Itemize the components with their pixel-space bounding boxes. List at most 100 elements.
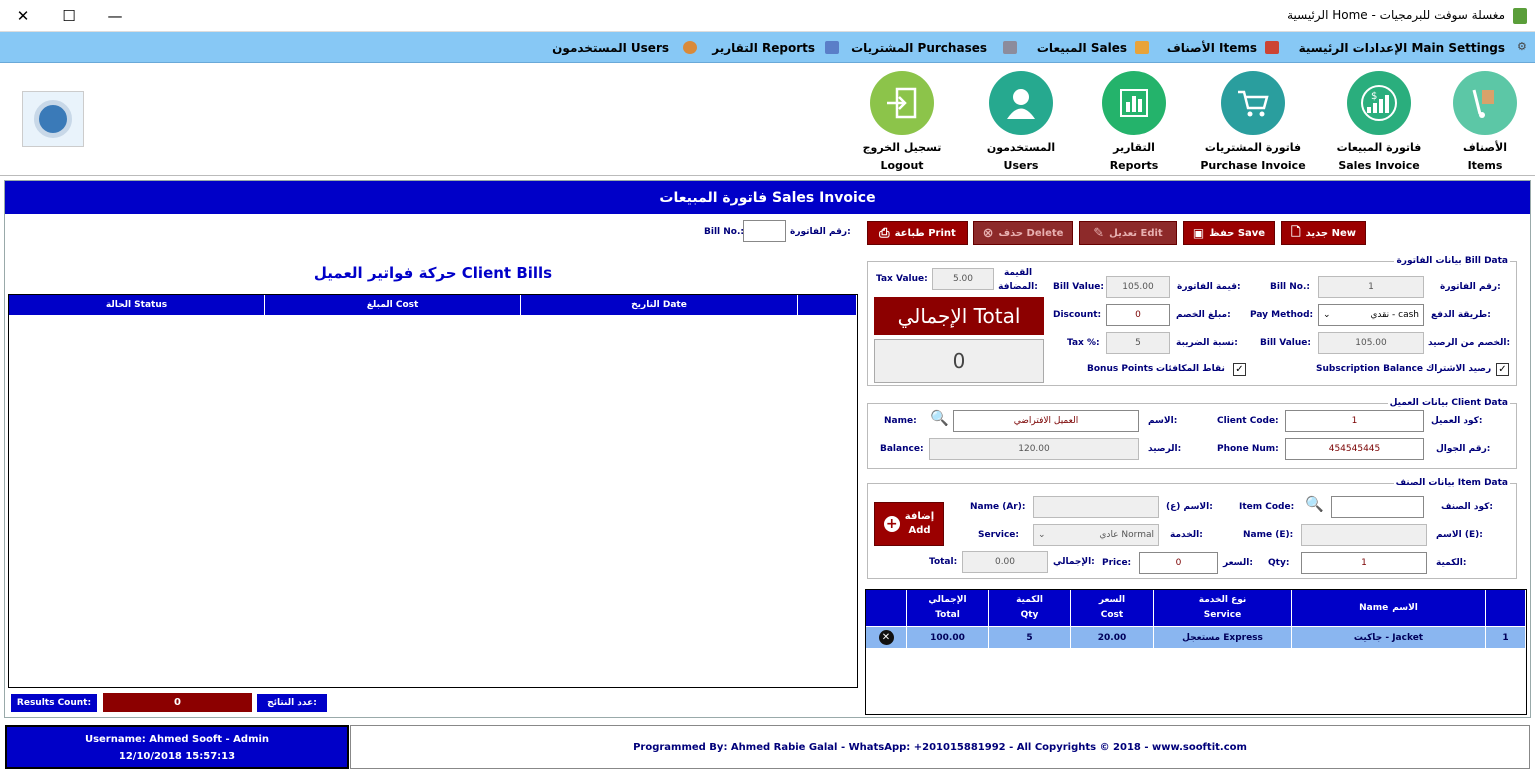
price-field[interactable]: 0	[1139, 552, 1218, 574]
bonus-label-en: Bonus Points	[1087, 364, 1154, 374]
phone-label-en: Phone Num:	[1217, 444, 1279, 454]
client-bills-title: حركة فواتير العميل Client Bills	[313, 264, 553, 282]
balance-label-ar: الرصيد:	[1148, 444, 1182, 454]
subscription-checkbox[interactable]: ✓	[1496, 363, 1509, 376]
discount-label-ar: مبلغ الخصم:	[1176, 310, 1231, 320]
bill-no-field[interactable]: 1	[1318, 276, 1424, 298]
new-label: جديد New	[1305, 227, 1357, 239]
delete-button[interactable]: ⊗ حذف Delete	[973, 221, 1073, 245]
item-total-label-ar: الإجمالي:	[1053, 557, 1095, 567]
row-no: 1	[1486, 627, 1526, 648]
menu-purchases[interactable]: المشتريات Purchases	[851, 32, 987, 63]
remove-circle-icon: ✕	[878, 630, 894, 645]
client-code-label-ar: كود العميل:	[1431, 416, 1483, 426]
toolbar-logout[interactable]: تسجيل الخروج Logout	[842, 71, 962, 181]
grid-header-qty: الكمية Qty	[989, 590, 1071, 626]
toolbar-users[interactable]: المستخدمون Users	[961, 71, 1081, 181]
client-bills-header-status: الحالة Status	[9, 295, 265, 315]
price-label-ar: السعر:	[1223, 558, 1253, 568]
bill-data-title: بيانات الفاتورة Bill Data	[1394, 256, 1510, 266]
header-en: Name	[1359, 602, 1389, 613]
bill-search-input[interactable]	[743, 220, 786, 242]
pay-method-select[interactable]: ⌄ نقدي - cash	[1318, 304, 1424, 326]
qty-label-en: Qty:	[1268, 558, 1290, 568]
row-cost: 20.00	[1071, 627, 1154, 648]
menu-label: الأصناف Items	[1166, 40, 1257, 55]
toolbar-sales-invoice[interactable]: $ فاتورة المبيعات Sales Invoice	[1319, 71, 1439, 181]
search-icon[interactable]: 🔍	[930, 409, 949, 427]
balance-field[interactable]: 120.00	[929, 438, 1139, 460]
phone-field[interactable]: 454545445	[1285, 438, 1424, 460]
service-label-ar: الخدمة:	[1170, 530, 1203, 540]
remove-row-button[interactable]: ✕	[866, 627, 907, 648]
save-button[interactable]: ▣ حفظ Save	[1183, 221, 1275, 245]
toolbar-purchase-invoice[interactable]: فاتورة المشتريات Purchase Invoice	[1193, 71, 1313, 181]
maximize-icon[interactable]: ☐	[46, 0, 92, 32]
edit-button[interactable]: ✎ تعديل Edit	[1079, 221, 1177, 245]
discount-field[interactable]: 0	[1106, 304, 1170, 326]
item-total-field[interactable]: 0.00	[962, 551, 1048, 573]
name-ar-field[interactable]	[1033, 496, 1159, 518]
grid-header-no	[1486, 590, 1526, 626]
service-select[interactable]: ⌄ عادي Normal	[1033, 524, 1159, 546]
balance-label-en: Balance:	[880, 444, 924, 454]
tax-value-label-en: Tax Value:	[876, 274, 928, 284]
client-data-title: بيانات العميل Client Data	[1387, 398, 1510, 408]
bill-value-label-en: Bill Value:	[1053, 282, 1104, 292]
client-bills-header-date: التاريخ Date	[521, 295, 798, 315]
name-en-field[interactable]	[1301, 524, 1427, 546]
print-button[interactable]: ⎙ طباعة Print	[867, 221, 968, 245]
bonus-checkbox[interactable]: ✓	[1233, 363, 1246, 376]
bill-value-field[interactable]: 105.00	[1106, 276, 1170, 298]
delete-label: حذف Delete	[998, 227, 1064, 239]
minimize-icon[interactable]: —	[92, 0, 138, 32]
tax-value-field[interactable]: 5.00	[932, 268, 994, 290]
toolbar-reports[interactable]: التقارير Reports	[1074, 71, 1194, 181]
menu-main-settings[interactable]: الإعدادات الرئيسية Main Settings	[1299, 32, 1505, 63]
menu-label: المبيعات Sales	[1036, 40, 1127, 55]
subscription-label-en: Subscription Balance	[1316, 364, 1424, 374]
app-icon	[1513, 8, 1527, 24]
menu-bar: ⚙ الإعدادات الرئيسية Main Settings الأصن…	[0, 32, 1535, 63]
menu-users[interactable]: المستخدمون Users	[552, 32, 669, 63]
search-icon[interactable]: 🔍	[1305, 495, 1324, 513]
floppy-icon: ▣	[1192, 226, 1205, 240]
menu-reports[interactable]: التقارير Reports	[712, 32, 815, 63]
header-ar: الكمية	[1016, 595, 1043, 605]
menu-label: التقارير Reports	[712, 40, 815, 55]
item-data-title: بيانات الصنف Item Data	[1393, 478, 1510, 488]
deduct-field[interactable]: 105.00	[1318, 332, 1424, 354]
edit-icon: ✎	[1093, 225, 1105, 241]
qty-field[interactable]: 1	[1301, 552, 1427, 574]
item-code-field[interactable]	[1331, 496, 1424, 518]
header-ar: نوع الخدمة	[1198, 595, 1247, 605]
grid-header-blank	[866, 590, 907, 626]
client-code-field[interactable]: 1	[1285, 410, 1424, 432]
name-en-label-ar: الاسم (E):	[1436, 530, 1483, 540]
new-button[interactable]: 🗋 جديد New	[1281, 221, 1366, 245]
discount-label-en: Discount:	[1053, 310, 1102, 320]
window-title: الرئيسية Home - مغسلة سوفت للبرمجيات	[1287, 8, 1505, 22]
menu-sales[interactable]: المبيعات Sales	[1037, 32, 1127, 63]
close-icon[interactable]: ✕	[0, 0, 46, 32]
bill-search-label-en: Bill No.:	[704, 227, 744, 237]
item-grid: الإجمالي Total الكمية Qty السعر Cost نوع ال…	[865, 589, 1527, 715]
phone-label-ar: رقم الجوال:	[1436, 444, 1491, 454]
row-qty: 5	[989, 627, 1071, 648]
cart-icon	[1265, 41, 1279, 54]
header-en: Qty	[1020, 610, 1039, 620]
add-item-button[interactable]: + إضافة Add	[874, 502, 944, 546]
row-total: 100.00	[907, 627, 989, 648]
header-ar: السعر	[1098, 595, 1126, 605]
books-icon	[825, 41, 839, 54]
name-en-label-en: Name (E):	[1243, 530, 1294, 540]
tax-pct-field[interactable]: 5	[1106, 332, 1170, 354]
client-name-field[interactable]: العميل الافتراضي	[953, 410, 1139, 432]
credits-panel: Programmed By: Ahmed Rabie Galal - Whats…	[350, 725, 1530, 769]
header-ar: الاسم	[1392, 602, 1418, 613]
toolbar-label-ar: المستخدمون	[986, 141, 1056, 154]
toolbar-items[interactable]: الأصناف Items	[1425, 71, 1535, 181]
menu-items[interactable]: الأصناف Items	[1167, 32, 1257, 63]
deduct-label-ar: الخصم من الرصيد:	[1428, 338, 1511, 348]
item-total-label-en: Total:	[929, 557, 958, 567]
